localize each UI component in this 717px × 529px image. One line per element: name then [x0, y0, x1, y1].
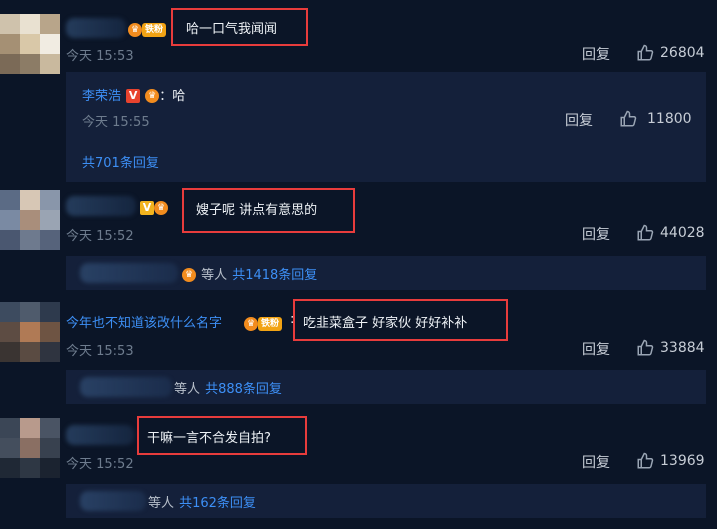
- reply-users-blurred[interactable]: [80, 377, 172, 397]
- username[interactable]: 今年也不知道该改什么名字: [66, 312, 222, 331]
- like-count: 26804: [660, 45, 705, 61]
- reply-button[interactable]: 回复: [582, 44, 610, 64]
- comment-time: 今天 15:52: [66, 229, 134, 244]
- reply-button[interactable]: 回复: [582, 224, 610, 244]
- comment-text: 干嘛一言不合发自拍?: [147, 431, 271, 446]
- others-label: 等人: [201, 268, 228, 283]
- reply-button[interactable]: 回复: [565, 110, 593, 130]
- crown-icon: ♛: [128, 22, 142, 37]
- reply-button[interactable]: 回复: [582, 339, 610, 359]
- reply-summary: ♛ 等人 共1418条回复: [182, 264, 317, 283]
- username-blurred[interactable]: [66, 196, 136, 216]
- user-badges: ♛ 铁粉: [244, 313, 283, 332]
- reply-text: 哈: [172, 89, 186, 104]
- comment-time: 今天 15:53: [66, 49, 134, 64]
- like-count: 11800: [647, 111, 692, 127]
- crown-icon: ♛: [154, 200, 168, 215]
- v-icon: V: [126, 88, 141, 103]
- thumbs-up-icon[interactable]: [636, 339, 654, 357]
- avatar[interactable]: [0, 418, 60, 478]
- thumbs-up-icon[interactable]: [636, 224, 654, 242]
- thumbs-up-icon[interactable]: [636, 44, 654, 62]
- reply-username[interactable]: 李荣浩: [82, 89, 121, 104]
- user-badges: ♛ 铁粉: [128, 19, 167, 38]
- avatar[interactable]: [0, 14, 60, 74]
- fan-badge: 铁粉: [142, 22, 167, 37]
- reply-users-blurred[interactable]: [80, 263, 178, 283]
- more-replies-link[interactable]: 共888条回复: [205, 382, 282, 397]
- more-replies-link[interactable]: 共1418条回复: [232, 268, 317, 283]
- others-label: 等人: [148, 496, 175, 511]
- crown-icon: ♛: [244, 316, 258, 331]
- thumbs-up-icon[interactable]: [619, 110, 637, 128]
- username-blurred[interactable]: [66, 18, 126, 38]
- v-icon: V: [140, 200, 154, 215]
- reply-button[interactable]: 回复: [582, 452, 610, 472]
- like-count: 33884: [660, 340, 705, 356]
- comment-text: 哈一口气我闻闻: [186, 22, 278, 37]
- crown-icon: ♛: [182, 267, 196, 282]
- reply-time: 今天 15:55: [82, 115, 150, 130]
- reply-users-blurred[interactable]: [80, 491, 146, 511]
- fan-badge: 铁粉: [258, 316, 283, 331]
- like-count: 44028: [660, 225, 705, 241]
- username-blurred[interactable]: [66, 425, 134, 445]
- comment-text: 嫂子呢 讲点有意思的: [196, 203, 318, 218]
- others-label: 等人: [174, 382, 201, 397]
- comment-time: 今天 15:53: [66, 344, 134, 359]
- reply-item: 李荣浩 V ♛ ：哈: [82, 88, 186, 104]
- reply-summary: 等人 共888条回复: [174, 378, 282, 397]
- crown-icon: ♛: [145, 88, 160, 103]
- more-replies-link[interactable]: 共701条回复: [82, 152, 159, 171]
- thumbs-up-icon[interactable]: [636, 452, 654, 470]
- avatar[interactable]: [0, 302, 60, 362]
- avatar[interactable]: [0, 190, 60, 250]
- like-count: 13969: [660, 453, 705, 469]
- reply-summary: 等人 共162条回复: [148, 492, 256, 511]
- comment-time: 今天 15:52: [66, 457, 134, 472]
- more-replies-link[interactable]: 共162条回复: [179, 496, 256, 511]
- comment-text: 吃韭菜盒子 好家伙 好好补补: [303, 316, 468, 331]
- user-badges: V ♛: [140, 197, 168, 216]
